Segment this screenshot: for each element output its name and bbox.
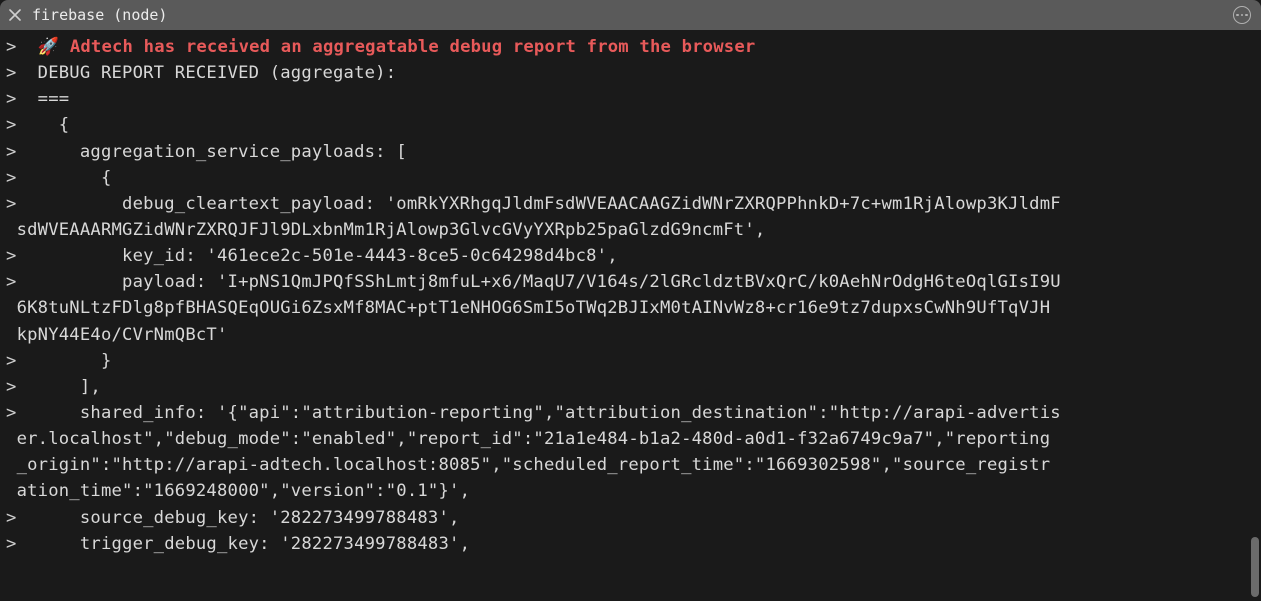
line-text: }: [38, 351, 112, 371]
line-text: payload: 'I+pNS1QmJPQfSShLmtj8mfuL+x6/Ma…: [38, 272, 1061, 292]
prompt: >: [6, 351, 38, 371]
terminal-line: > DEBUG REPORT RECEIVED (aggregate):: [6, 60, 1255, 86]
line-text: sdWVEAAARMGZidWNrZXRQJFJl9DLxbnMm1RjAlow…: [6, 220, 765, 240]
terminal-line-wrap: ation_time":"1669248000","version":"0.1"…: [6, 478, 1255, 504]
prompt: >: [6, 377, 38, 397]
terminal-line-wrap: er.localhost","debug_mode":"enabled","re…: [6, 426, 1255, 452]
prompt: >: [6, 194, 38, 214]
line-text: er.localhost","debug_mode":"enabled","re…: [6, 429, 1050, 449]
line-text: trigger_debug_key: '282273499788483',: [38, 534, 470, 554]
terminal-line-wrap: 6K8tuNLtzFDlg8pfBHASQEqOUGi6ZsxMf8MAC+pt…: [6, 295, 1255, 321]
prompt: >: [6, 63, 38, 83]
terminal-line: > ===: [6, 86, 1255, 112]
prompt: >: [6, 142, 38, 162]
scrollbar-thumb[interactable]: [1251, 537, 1259, 597]
prompt: >: [6, 37, 38, 57]
terminal-line: > }: [6, 348, 1255, 374]
prompt: >: [6, 508, 38, 528]
prompt: >: [6, 272, 38, 292]
line-text: {: [38, 168, 112, 188]
line-text: kpNY44E4o/CVrNmQBcT': [6, 325, 228, 345]
terminal-line: > 🚀 Adtech has received an aggregatable …: [6, 34, 1255, 60]
prompt: >: [6, 534, 38, 554]
terminal-line: > payload: 'I+pNS1QmJPQfSShLmtj8mfuL+x6/…: [6, 269, 1255, 295]
prompt: >: [6, 115, 38, 135]
close-icon[interactable]: [8, 8, 22, 22]
terminal-line: > ],: [6, 374, 1255, 400]
line-text: {: [38, 115, 70, 135]
terminal-output: > 🚀 Adtech has received an aggregatable …: [0, 30, 1261, 601]
terminal-line: > source_debug_key: '282273499788483',: [6, 505, 1255, 531]
terminal-line: > shared_info: '{"api":"attribution-repo…: [6, 400, 1255, 426]
prompt: >: [6, 246, 38, 266]
line-text: aggregation_service_payloads: [: [38, 142, 407, 162]
rocket-icon: 🚀: [38, 37, 60, 57]
line-text: shared_info: '{"api":"attribution-report…: [38, 403, 1061, 423]
terminal-line: > aggregation_service_payloads: [: [6, 139, 1255, 165]
line-text: key_id: '461ece2c-501e-4443-8ce5-0c64298…: [38, 246, 618, 266]
line-text: ===: [38, 89, 70, 109]
terminal-line-wrap: sdWVEAAARMGZidWNrZXRQJFJl9DLxbnMm1RjAlow…: [6, 217, 1255, 243]
prompt: >: [6, 403, 38, 423]
line-text: 6K8tuNLtzFDlg8pfBHASQEqOUGi6ZsxMf8MAC+pt…: [6, 298, 1050, 318]
line-text: _origin":"http://arapi-adtech.localhost:…: [6, 455, 1050, 475]
terminal-line-wrap: _origin":"http://arapi-adtech.localhost:…: [6, 452, 1255, 478]
line-text: ],: [38, 377, 101, 397]
terminal-line: > key_id: '461ece2c-501e-4443-8ce5-0c642…: [6, 243, 1255, 269]
terminal-line: > debug_cleartext_payload: 'omRkYXRhgqJl…: [6, 191, 1255, 217]
line-text: DEBUG REPORT RECEIVED (aggregate):: [38, 63, 397, 83]
line-text: source_debug_key: '282273499788483',: [38, 508, 460, 528]
tab-title: firebase (node): [32, 6, 167, 24]
terminal-line: > {: [6, 112, 1255, 138]
line-text: ation_time":"1669248000","version":"0.1"…: [6, 481, 470, 501]
prompt: >: [6, 168, 38, 188]
prompt: >: [6, 89, 38, 109]
terminal-line: > {: [6, 165, 1255, 191]
headline-text: Adtech has received an aggregatable debu…: [59, 37, 755, 57]
terminal-line-wrap: kpNY44E4o/CVrNmQBcT': [6, 322, 1255, 348]
line-text: debug_cleartext_payload: 'omRkYXRhgqJldm…: [38, 194, 1061, 214]
terminal-line: > trigger_debug_key: '282273499788483',: [6, 531, 1255, 557]
more-icon[interactable]: [1233, 6, 1251, 24]
terminal-tab-bar: firebase (node): [0, 0, 1261, 30]
